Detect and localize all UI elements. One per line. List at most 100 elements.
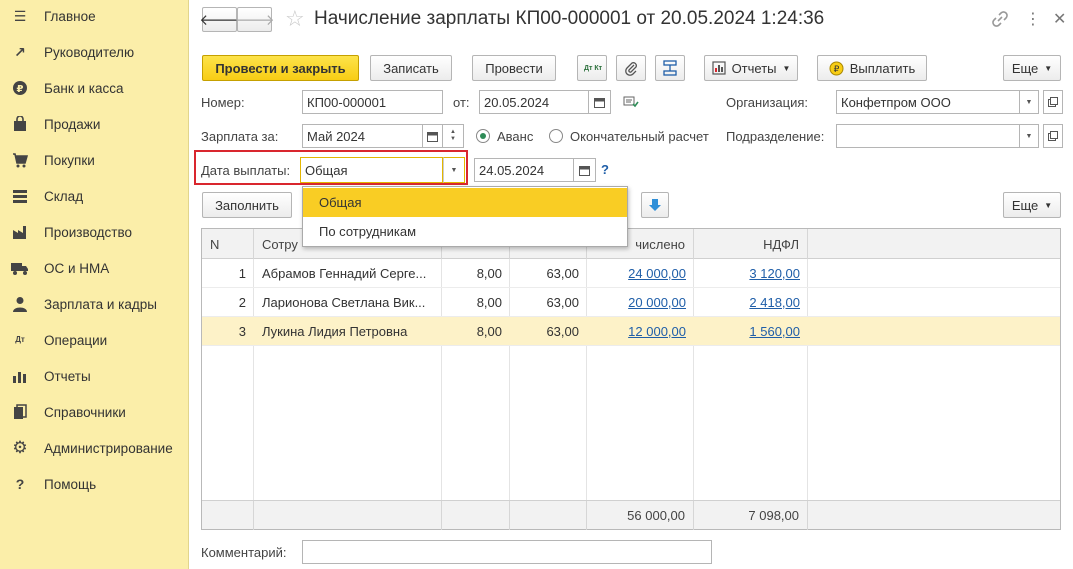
ndfl-link[interactable]: 1 560,00 [694, 317, 808, 346]
arrow-right-icon: 🡒 [234, 12, 275, 29]
sidebar-item-production[interactable]: Производство [0, 214, 189, 250]
structure-button[interactable] [655, 55, 685, 81]
table-footer: 56 000,00 7 098,00 [202, 500, 1060, 530]
ndfl-link[interactable]: 3 120,00 [694, 259, 808, 288]
more-button[interactable]: Еще ▼ [1003, 55, 1061, 81]
salary-for-label: Зарплата за: [201, 129, 279, 144]
more-vertical-icon[interactable]: ⋮ [1025, 9, 1041, 29]
total-accrued: 56 000,00 [587, 501, 694, 530]
sidebar-item-manager[interactable]: ↗ Руководителю [0, 34, 189, 70]
sidebar-item-main[interactable]: ☰ Главное [0, 0, 189, 34]
post-and-close-button[interactable]: Провести и закрыть [202, 55, 359, 81]
help-link[interactable]: ? [601, 162, 609, 177]
attach-button[interactable] [616, 55, 646, 81]
paperclip-icon [625, 62, 637, 76]
accrued-link[interactable]: 20 000,00 [587, 288, 694, 317]
sidebar-item-admin[interactable]: ⚙ Администрирование [0, 430, 189, 466]
arrow-down-icon [649, 199, 661, 211]
organization-field[interactable]: Конфетпром ООО [836, 90, 1020, 114]
cell-value: 63,00 [546, 266, 579, 281]
step-up-icon: ▲ [450, 129, 456, 135]
employee-name: Лукина Лидия Петровна [262, 324, 408, 339]
sidebar-item-purchases[interactable]: Покупки [0, 142, 189, 178]
period-stepper[interactable]: ▲ ▼ [443, 124, 464, 148]
period-calendar-button[interactable] [423, 124, 443, 148]
footer-cell [254, 501, 442, 530]
comment-field[interactable] [302, 540, 712, 564]
dt-kt-icon: Дт [15, 335, 25, 344]
sidebar-item-operations[interactable]: Дт Операции [0, 322, 189, 358]
pay-date-type-dropdown-button[interactable]: ▼ [443, 157, 465, 183]
sidebar-item-references[interactable]: Справочники [0, 394, 189, 430]
svg-text:₽: ₽ [17, 84, 24, 95]
advance-radio[interactable] [476, 129, 490, 143]
pay-date-calendar-button[interactable] [574, 158, 596, 182]
sidebar-item-salary-hr[interactable]: Зарплата и кадры [0, 286, 189, 322]
accrued-value[interactable]: 20 000,00 [628, 295, 686, 310]
post-button[interactable]: Провести [472, 55, 556, 81]
column-header-ndfl[interactable]: НДФЛ [694, 229, 808, 259]
structure-icon [663, 60, 677, 76]
sidebar-item-label: Операции [44, 332, 108, 348]
dropdown-option-general[interactable]: Общая [303, 188, 627, 217]
reports-label: Отчеты [731, 60, 777, 76]
row-number: 2 [238, 295, 246, 310]
document-check-icon[interactable] [623, 95, 639, 109]
table-more-button[interactable]: Еще ▼ [1003, 192, 1061, 218]
sidebar-item-reports[interactable]: Отчеты [0, 358, 189, 394]
chevron-down-icon: ▼ [782, 63, 791, 73]
accrued-link[interactable]: 12 000,00 [587, 317, 694, 346]
column-header-n[interactable]: N [202, 229, 254, 259]
sidebar-item-label: Покупки [44, 152, 95, 168]
back-button[interactable]: 🡐 [199, 7, 240, 32]
link-icon[interactable] [991, 10, 1009, 28]
ndfl-value[interactable]: 1 560,00 [749, 324, 800, 339]
pay-date-type-field[interactable]: Общая [300, 157, 443, 183]
table-row[interactable]: 1 Абрамов Геннадий Серге... 8,00 63,00 2… [202, 259, 1060, 288]
ndfl-link[interactable]: 2 418,00 [694, 288, 808, 317]
dropdown-option-by-employee[interactable]: По сотрудникам [303, 217, 627, 246]
cell-value: 8,00 [476, 295, 502, 310]
truck-icon [11, 259, 29, 277]
coin-icon: ₽ [11, 79, 29, 97]
organization-dropdown-button[interactable]: ▼ [1020, 90, 1039, 114]
division-field[interactable] [836, 124, 1020, 148]
sidebar-item-bank[interactable]: ₽ Банк и касса [0, 70, 189, 106]
fill-button[interactable]: Заполнить [202, 192, 292, 218]
radio-dot [480, 133, 486, 139]
sidebar-item-help[interactable]: ? Помощь [0, 466, 189, 502]
footer-cell [442, 501, 510, 530]
sidebar-item-fixed-assets[interactable]: ОС и НМА [0, 250, 189, 286]
accrued-value[interactable]: 24 000,00 [628, 266, 686, 281]
final-settlement-radio[interactable] [549, 129, 563, 143]
forward-button[interactable]: 🡒 [234, 7, 275, 32]
division-dropdown-button[interactable]: ▼ [1020, 124, 1039, 148]
close-icon[interactable]: ✕ [1053, 9, 1066, 29]
star-icon[interactable]: ☆ [285, 6, 305, 32]
sidebar-item-sales[interactable]: Продажи [0, 106, 189, 142]
table-row[interactable]: 2 Ларионова Светлана Вик... 8,00 63,00 2… [202, 288, 1060, 317]
ndfl-value[interactable]: 2 418,00 [749, 295, 800, 310]
accrued-link[interactable]: 24 000,00 [587, 259, 694, 288]
date-field[interactable]: 20.05.2024 [479, 90, 589, 114]
pay-date-type-dropdown: Общая По сотрудникам [302, 186, 628, 247]
reports-button[interactable]: Отчеты ▼ [704, 55, 798, 81]
calendar-button[interactable] [589, 90, 611, 114]
organization-open-button[interactable] [1043, 90, 1063, 114]
salary-period-field[interactable]: Май 2024 [302, 124, 423, 148]
table-row-selected[interactable]: 3 Лукина Лидия Петровна 8,00 63,00 12 00… [202, 317, 1060, 346]
dt-kt-button[interactable]: Дт Кт [577, 55, 607, 81]
footer-cell [202, 501, 254, 530]
step-down-icon: ▼ [450, 136, 456, 142]
sidebar-item-label: Продажи [44, 116, 101, 132]
accrued-value[interactable]: 12 000,00 [628, 324, 686, 339]
sidebar-item-warehouse[interactable]: Склад [0, 178, 189, 214]
number-field[interactable]: КП00-000001 [302, 90, 443, 114]
save-button[interactable]: Записать [370, 55, 452, 81]
organization-label: Организация: [726, 95, 809, 110]
pay-date-field[interactable]: 24.05.2024 [474, 158, 574, 182]
pay-button[interactable]: ₽ Выплатить [817, 55, 927, 81]
move-down-button[interactable] [641, 192, 669, 218]
division-open-button[interactable] [1043, 124, 1063, 148]
ndfl-value[interactable]: 3 120,00 [749, 266, 800, 281]
